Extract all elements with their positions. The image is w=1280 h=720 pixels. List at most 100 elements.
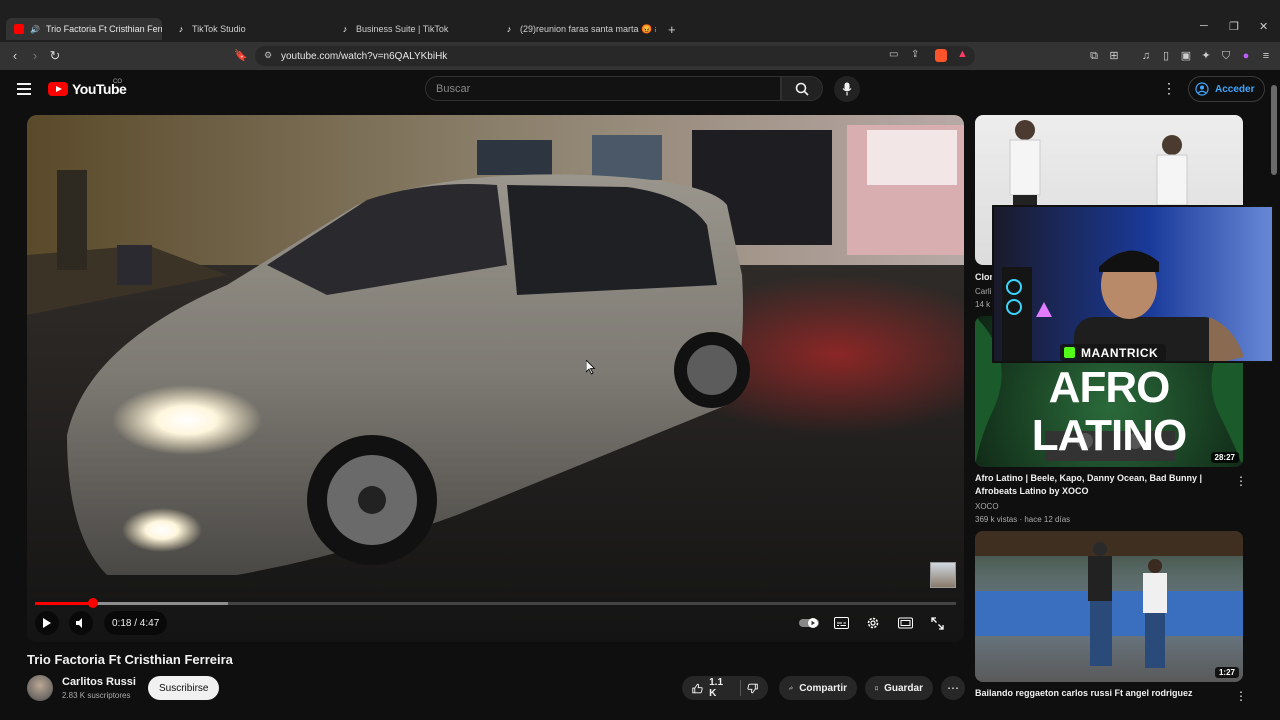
forward-icon[interactable]: › [27, 48, 43, 64]
progress-scrubber[interactable] [88, 598, 99, 608]
subscribe-button[interactable]: Suscribirse [148, 676, 220, 700]
settings-button[interactable] [863, 614, 883, 632]
tab-business-suite[interactable]: ♪ Business Suite | TikTok [332, 18, 492, 40]
tab-title: Business Suite | TikTok [356, 24, 449, 34]
volume-icon [76, 618, 82, 628]
music-icon[interactable]: ♫ [1139, 49, 1153, 63]
time-display: 0:18 / 4:47 [104, 611, 168, 635]
bookmark-icon[interactable]: 🔖 [233, 48, 249, 64]
play-button[interactable] [35, 611, 59, 635]
brave-rewards-icon[interactable]: ▲ [957, 48, 968, 60]
brave-shields-icon[interactable] [935, 49, 947, 62]
search-button[interactable] [781, 76, 823, 101]
minimize-icon[interactable]: ─ [1200, 20, 1208, 32]
menu-icon[interactable]: ≡ [1259, 49, 1273, 63]
more-vertical-icon[interactable]: ⋮ [1235, 689, 1247, 703]
more-actions-button[interactable]: ⋯ [941, 676, 965, 700]
close-window-icon[interactable]: ✕ [1259, 20, 1268, 33]
subtitles-button[interactable] [831, 614, 851, 632]
save-button[interactable]: Guardar [865, 676, 933, 700]
progress-bar[interactable] [35, 598, 956, 608]
mini-thumbnail[interactable] [930, 562, 956, 588]
thumbnail-image [975, 531, 1243, 668]
reload-icon[interactable]: ↻ [47, 48, 63, 64]
thumbs-down-icon[interactable] [747, 682, 758, 695]
new-tab-label: + [668, 21, 676, 37]
streamer-name-badge: MAANTRICK [1060, 344, 1167, 361]
save-label: Guardar [884, 682, 923, 694]
recommendation-channel-2[interactable]: XOCO [975, 502, 999, 511]
tiktok-icon: ♪ [178, 24, 184, 34]
browser-tab-strip: 🔊 Trio Factoria Ft Cristhian Ferre × ♪ T… [0, 0, 1280, 42]
tab-title: Trio Factoria Ft Cristhian Ferre [45, 24, 162, 34]
time-text: 0:18 / 4:47 [112, 617, 160, 629]
hamburger-menu-icon[interactable] [17, 83, 31, 95]
like-divider [740, 680, 741, 696]
tab-reunion[interactable]: ♪ (29)reunion faras santa marta 😡 #sa [496, 18, 656, 40]
recommendation-thumbnail-3[interactable]: 1:27 [975, 531, 1243, 682]
recommendation-title-1[interactable]: Clon [975, 271, 993, 284]
theater-icon [897, 617, 913, 629]
fullscreen-icon [930, 616, 944, 630]
autoplay-icon [799, 618, 819, 628]
webcam-overlay [992, 205, 1274, 363]
video-duration: 1:27 [1214, 667, 1239, 678]
webcam-image [994, 207, 1272, 361]
like-button[interactable]: 1.1 K [682, 676, 768, 700]
settings-more-icon[interactable]: ⋮ [1162, 80, 1176, 97]
url-field[interactable]: ⚙ youtube.com/watch?v=n6QALYKbiHk ▭ ⇪ ▲ [255, 46, 975, 66]
back-icon[interactable]: ‹ [7, 48, 23, 64]
wallet-icon[interactable]: ▣ [1179, 49, 1193, 63]
recommendation-title-3[interactable]: Bailando reggaeton carlos russi Ft angel… [975, 687, 1225, 700]
profile-icon[interactable]: ● [1239, 49, 1253, 63]
recommendation-title-2[interactable]: Afro Latino | Beele, Kapo, Danny Ocean, … [975, 472, 1225, 498]
youtube-play-icon [48, 82, 68, 96]
tiktok-icon: ♪ [506, 24, 512, 34]
bookmark-save-icon [875, 686, 878, 691]
theater-mode-button[interactable] [895, 614, 915, 632]
autoplay-toggle[interactable] [799, 614, 821, 632]
translate-icon[interactable]: ⊞ [1107, 49, 1121, 63]
site-info-icon[interactable]: ⚙ [264, 50, 272, 61]
url-text: youtube.com/watch?v=n6QALYKbiHk [281, 50, 448, 62]
share-page-icon[interactable]: ⇪ [911, 49, 919, 60]
subscribe-label: Suscribirse [159, 682, 209, 694]
signin-button[interactable]: Acceder [1188, 76, 1266, 102]
tab-title: TikTok Studio [192, 24, 246, 34]
search-input[interactable]: Buscar [425, 76, 781, 101]
maximize-icon[interactable]: ❐ [1229, 20, 1239, 33]
video-title: Trio Factoria Ft Cristhian Ferreira [27, 652, 233, 667]
mute-button[interactable] [69, 611, 93, 635]
scrollbar-thumb[interactable] [1271, 85, 1277, 175]
mouse-cursor-icon [586, 360, 596, 375]
new-tab-button[interactable]: + [660, 18, 680, 40]
country-code: CO [113, 79, 122, 85]
sidebar-icon[interactable]: ▯ [1159, 49, 1173, 63]
thumbnail-text: AFRO LATINO [1031, 363, 1188, 460]
like-count: 1.1 K [709, 677, 724, 699]
subtitles-icon [833, 617, 849, 629]
share-icon [789, 686, 794, 690]
leo-icon[interactable]: ✦ [1199, 49, 1213, 63]
cast-icon[interactable]: ▭ [889, 49, 898, 60]
tab-tiktok-studio[interactable]: ♪ TikTok Studio [168, 18, 328, 40]
kick-icon [1064, 347, 1075, 358]
share-button[interactable]: Compartir [779, 676, 857, 700]
voice-search-button[interactable] [834, 76, 860, 102]
speaker-icon: 🔊 [30, 24, 40, 34]
video-player[interactable]: 0:18 / 4:47 [27, 115, 964, 642]
vpn-icon[interactable]: ⛉ [1219, 49, 1233, 63]
search-icon [795, 82, 809, 96]
recommendation-views-1: 14 k [975, 300, 991, 309]
progress-played [35, 602, 94, 605]
channel-name[interactable]: Carlitos Russi [62, 676, 136, 688]
signin-label: Acceder [1215, 83, 1255, 95]
fullscreen-button[interactable] [927, 614, 947, 632]
search-placeholder: Buscar [436, 82, 471, 95]
tab-youtube[interactable]: 🔊 Trio Factoria Ft Cristhian Ferre × [6, 18, 162, 40]
channel-subscriber-count: 2.83 K suscriptores [62, 691, 131, 700]
youtube-header: YouTube CO Buscar ⋮ Acceder [0, 70, 1280, 108]
channel-avatar[interactable] [27, 675, 53, 701]
more-vertical-icon[interactable]: ⋮ [1235, 474, 1247, 488]
extensions-icon[interactable]: ⧉ [1087, 49, 1101, 63]
